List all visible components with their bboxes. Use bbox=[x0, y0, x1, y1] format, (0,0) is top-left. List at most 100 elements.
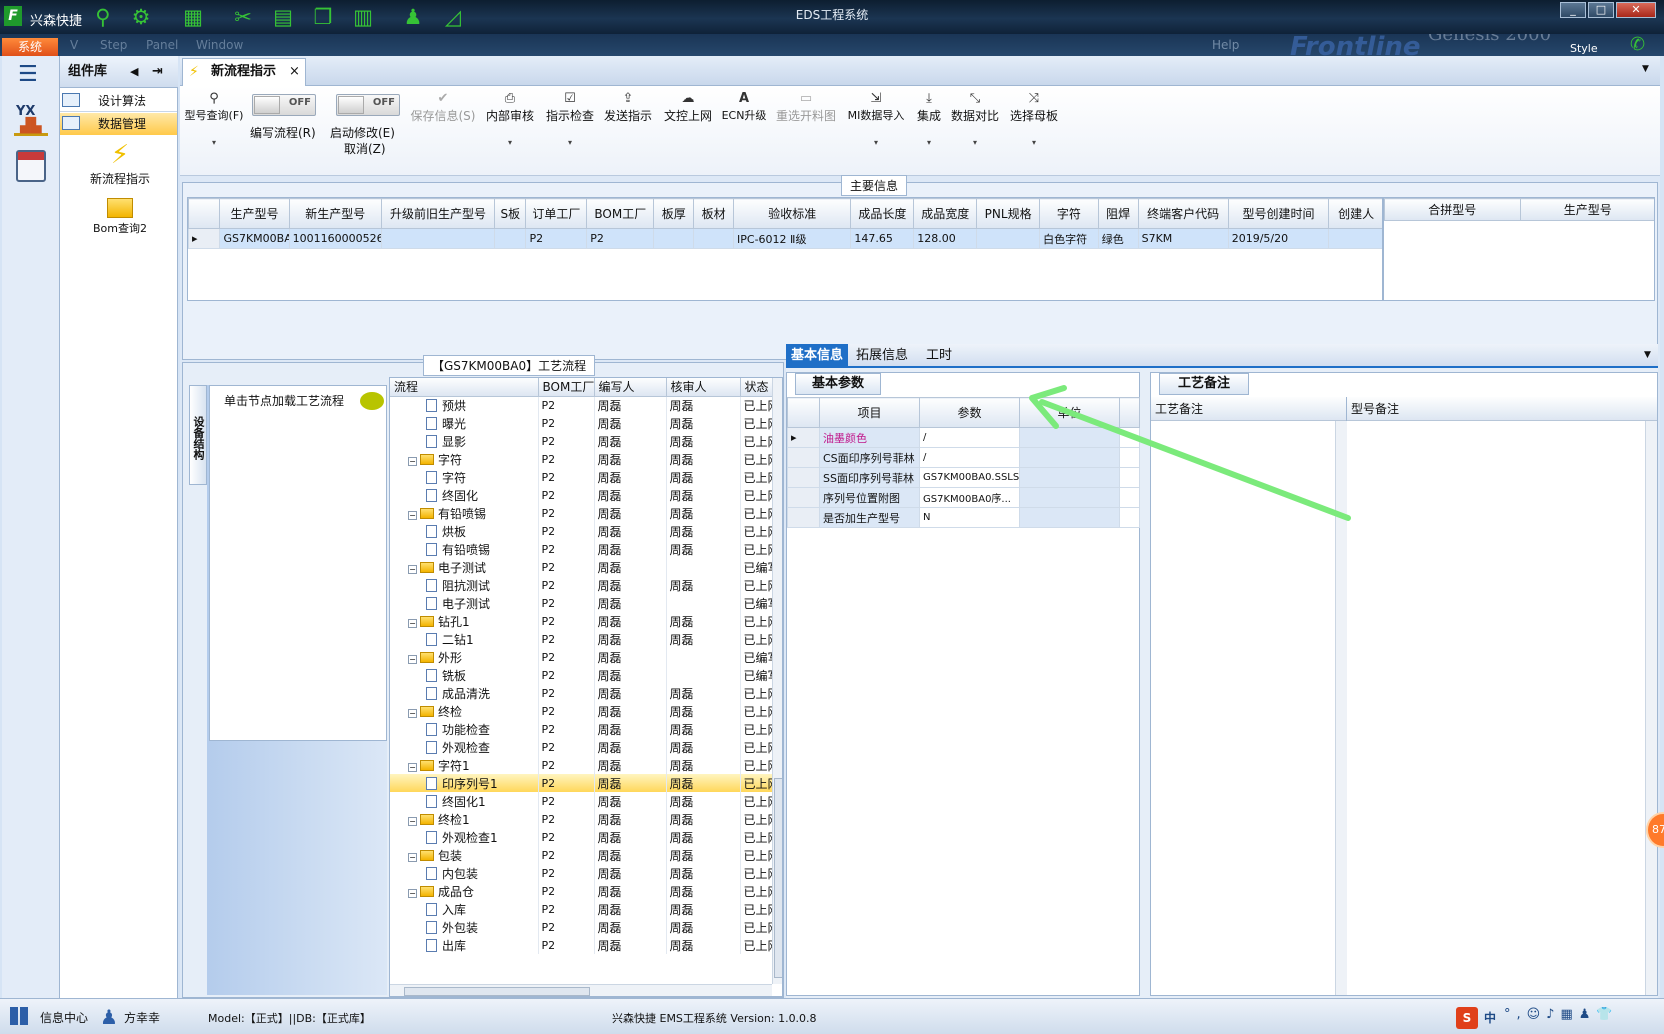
process-col-header[interactable]: 编写人 bbox=[594, 378, 667, 397]
param-row[interactable]: CS面印序列号菲林 / bbox=[787, 447, 1140, 468]
sub-tab-basic-params[interactable]: 基本参数 bbox=[795, 373, 881, 395]
process-node[interactable]: − 包装 bbox=[390, 846, 539, 864]
close-button[interactable]: ✕ bbox=[1616, 2, 1656, 18]
process-row[interactable]: 功能检查P2周磊周磊已上网 bbox=[390, 720, 773, 738]
main-col-header[interactable]: BOM工厂 bbox=[586, 198, 655, 229]
process-row[interactable]: −钻孔1P2周磊周磊已上网 bbox=[390, 612, 773, 630]
process-row[interactable]: 外包装P2周磊周磊已上网 bbox=[390, 918, 773, 936]
process-row[interactable]: 曝光P2周磊周磊已上网 bbox=[390, 414, 773, 432]
process-node[interactable]: 有铅喷锡 bbox=[390, 540, 539, 558]
factory-yx-icon[interactable]: YX ▟▙ bbox=[14, 102, 48, 136]
collapse-icon[interactable]: − bbox=[408, 708, 417, 718]
param-col-header[interactable]: 项目 bbox=[819, 397, 920, 428]
tab-basic-info[interactable]: 基本信息 bbox=[786, 344, 848, 368]
collapse-icon[interactable]: − bbox=[408, 456, 417, 466]
param-row[interactable]: 序列号位置附图 GS7KM00BA0序... bbox=[787, 487, 1140, 508]
main-col-header[interactable]: 成品宽度 bbox=[913, 198, 978, 229]
process-node[interactable]: − 成品仓 bbox=[390, 882, 539, 900]
main-col-header[interactable]: 生产型号 bbox=[219, 198, 290, 229]
cancel-button[interactable]: 取消(Z) bbox=[344, 140, 386, 157]
param-cell[interactable]: / bbox=[919, 427, 1020, 448]
process-node[interactable]: 终固化1 bbox=[390, 792, 539, 810]
process-node[interactable]: 终固化 bbox=[390, 486, 539, 504]
process-row[interactable]: −字符1P2周磊周磊已上网 bbox=[390, 756, 773, 774]
collapse-icon[interactable]: − bbox=[408, 762, 417, 772]
collapse-icon[interactable]: − bbox=[408, 654, 417, 664]
process-row[interactable]: −包装P2周磊周磊已上网 bbox=[390, 846, 773, 864]
start-edit-toggle[interactable]: OFF bbox=[336, 94, 400, 116]
process-row[interactable]: 二钻1P2周磊周磊已上网 bbox=[390, 630, 773, 648]
process-row[interactable]: 铣板 P2周磊 已编写 bbox=[390, 666, 773, 684]
process-row[interactable]: 电子测试 P2周磊 已编写 bbox=[390, 594, 773, 612]
param-row[interactable]: 是否加生产型号 N bbox=[787, 507, 1140, 528]
main-col-header[interactable]: PNL规格 bbox=[976, 198, 1041, 229]
phone-icon[interactable]: ✆ bbox=[1630, 34, 1645, 55]
main-col-header[interactable]: 验收标准 bbox=[733, 198, 852, 229]
process-row[interactable]: 出库P2周磊周磊已上网 bbox=[390, 936, 773, 954]
mi-import-button[interactable]: ⇲ MI数据导入 ▾ bbox=[844, 90, 908, 147]
maximize-button[interactable]: □ bbox=[1588, 2, 1614, 18]
param-cell[interactable]: GS7KM00BA0序... bbox=[919, 487, 1020, 508]
process-row[interactable]: −成品仓P2周磊周磊已上网 bbox=[390, 882, 773, 900]
minimize-button[interactable]: _ bbox=[1560, 2, 1586, 18]
main-col-header[interactable]: 阻焊 bbox=[1097, 198, 1139, 229]
process-row[interactable]: 印序列号1P2周磊周磊已上网 bbox=[390, 774, 773, 792]
process-node[interactable]: 外观检查 bbox=[390, 738, 539, 756]
main-col-header[interactable]: 板厚 bbox=[653, 198, 695, 229]
type-query-button[interactable]: ⚲ 型号查询(F) ▾ bbox=[184, 90, 244, 147]
info-center-label[interactable]: 信息中心 bbox=[40, 1009, 88, 1026]
process-node[interactable]: 入库 bbox=[390, 900, 539, 918]
menu-system[interactable]: 系统 bbox=[2, 38, 58, 56]
collapse-icon[interactable]: − bbox=[408, 816, 417, 826]
process-node[interactable]: − 有铅喷锡 bbox=[390, 504, 539, 522]
send-button[interactable]: ⇪ 发送指示 bbox=[602, 90, 654, 124]
main-col-header[interactable]: 订单工厂 bbox=[525, 198, 588, 229]
upload-button[interactable]: ☁ 文控上网 bbox=[662, 90, 714, 124]
library-item-design[interactable]: 设计算法 bbox=[60, 90, 177, 112]
notes-vscroll[interactable] bbox=[1645, 421, 1657, 995]
main-col-header[interactable]: S板 bbox=[494, 198, 527, 229]
process-node[interactable]: 烘板 bbox=[390, 522, 539, 540]
tab-extended-info[interactable]: 拓展信息 bbox=[856, 344, 908, 368]
process-node[interactable]: 显影 bbox=[390, 432, 539, 450]
write-flow-toggle[interactable]: OFF bbox=[252, 94, 316, 116]
process-node[interactable]: 铣板 bbox=[390, 666, 539, 684]
main-col-header[interactable]: 升级前旧生产型号 bbox=[380, 198, 496, 229]
process-node[interactable]: 外观检查1 bbox=[390, 828, 539, 846]
process-row[interactable]: −有铅喷锡P2周磊周磊已上网 bbox=[390, 504, 773, 522]
process-node[interactable]: − 钻孔1 bbox=[390, 612, 539, 630]
collapse-icon[interactable]: − bbox=[408, 888, 417, 898]
menu-icon[interactable]: ☰ bbox=[18, 62, 38, 87]
process-hscroll[interactable] bbox=[390, 984, 772, 996]
collapse-icon[interactable]: − bbox=[408, 852, 417, 862]
process-node[interactable]: 二钻1 bbox=[390, 630, 539, 648]
main-col-header[interactable]: 创建人 bbox=[1328, 198, 1382, 229]
process-node[interactable]: 印序列号1 bbox=[390, 774, 539, 792]
process-node[interactable]: 外包装 bbox=[390, 918, 539, 936]
process-row[interactable]: 烘板P2周磊周磊已上网 bbox=[390, 522, 773, 540]
process-row[interactable]: − 电子测试 P2周磊 已编写 bbox=[390, 558, 773, 576]
main-col-header[interactable]: 字符 bbox=[1039, 198, 1099, 229]
main-col-header[interactable]: 板材 bbox=[693, 198, 735, 229]
main-col-header[interactable]: 成品长度 bbox=[850, 198, 915, 229]
process-row[interactable]: 字符P2周磊周磊已上网 bbox=[390, 468, 773, 486]
pin-icon[interactable]: ⇥ bbox=[152, 56, 163, 88]
process-node[interactable]: 字符 bbox=[390, 468, 539, 486]
tab-close-icon[interactable]: × bbox=[289, 59, 300, 85]
ime-logo-icon[interactable]: S bbox=[1456, 1007, 1478, 1029]
main-info-row[interactable]: ▸GS7KM00BA010011600005265 P2P2 IPC-6012 Ⅱ级… bbox=[188, 228, 1382, 249]
check-button[interactable]: ☑ 指示检查 ▾ bbox=[544, 90, 596, 147]
process-node[interactable]: 成品清洗 bbox=[390, 684, 539, 702]
param-col-header[interactable]: 单位 bbox=[1019, 397, 1120, 428]
scroll-thumb[interactable] bbox=[774, 778, 782, 978]
scroll-thumb[interactable] bbox=[404, 987, 590, 996]
process-row[interactable]: 入库P2周磊周磊已上网 bbox=[390, 900, 773, 918]
process-node[interactable]: 内包装 bbox=[390, 864, 539, 882]
process-row[interactable]: −终检1P2周磊周磊已上网 bbox=[390, 810, 773, 828]
collapse-icon[interactable]: − bbox=[408, 510, 417, 520]
process-row[interactable]: 外观检查1P2周磊周磊已上网 bbox=[390, 828, 773, 846]
param-cell[interactable]: GS7KM00BA0.SSLSN bbox=[919, 467, 1020, 488]
process-row[interactable]: 显影P2周磊周磊已上网 bbox=[390, 432, 773, 450]
process-col-header[interactable]: 状态 bbox=[740, 378, 773, 397]
process-node[interactable]: 电子测试 bbox=[390, 594, 539, 612]
